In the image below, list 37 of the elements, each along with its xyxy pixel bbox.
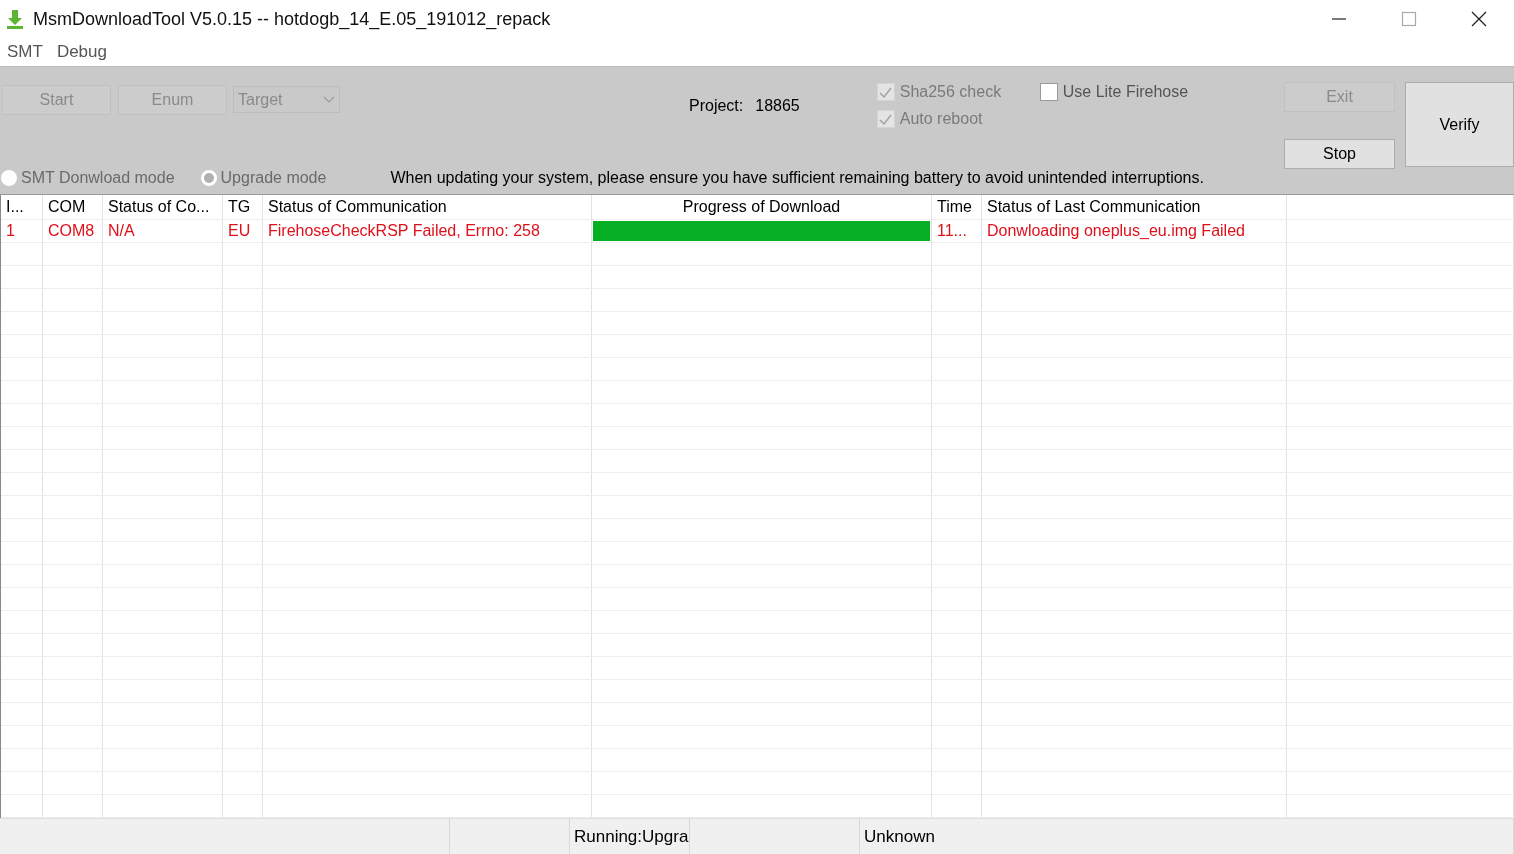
checkbox-label: Sha256 check bbox=[899, 83, 1002, 101]
checkbox-label: Use Lite Firehose bbox=[1062, 83, 1189, 101]
status-text: Unknown bbox=[864, 826, 935, 847]
column-header[interactable]: COM bbox=[43, 195, 103, 219]
table-cell: Donwloading oneplus_eu.img Failed bbox=[982, 220, 1287, 242]
radio-label: Upgrade mode bbox=[220, 169, 327, 187]
table-cell: 1 bbox=[1, 220, 43, 242]
column-header[interactable]: TG bbox=[223, 195, 263, 219]
panel-button[interactable]: Stop bbox=[1284, 139, 1395, 169]
verify-button[interactable]: Verify bbox=[1405, 82, 1514, 167]
checkbox[interactable] bbox=[1039, 83, 1058, 101]
table-cell: COM8 bbox=[43, 220, 103, 242]
download-icon bbox=[5, 9, 25, 29]
maximize-icon[interactable] bbox=[1401, 11, 1417, 27]
menu-item[interactable]: SMT bbox=[7, 42, 43, 62]
status-text: Running:Upgra bbox=[574, 826, 689, 847]
column-header[interactable]: Time bbox=[932, 195, 982, 219]
radio-label: SMT Donwload mode bbox=[21, 169, 175, 187]
table-cell: EU bbox=[223, 220, 263, 242]
close-icon[interactable] bbox=[1471, 11, 1487, 27]
column-header[interactable]: Status of Communication bbox=[263, 195, 592, 219]
column-header[interactable]: Progress of Download bbox=[592, 195, 932, 219]
column-header[interactable]: Status of Last Communication bbox=[982, 195, 1287, 219]
table-cell: N/A bbox=[103, 220, 223, 242]
caret-icon bbox=[323, 96, 335, 103]
column-header[interactable]: Status of Co... bbox=[103, 195, 223, 219]
checkmark-icon bbox=[878, 85, 894, 99]
project-label: Project: bbox=[689, 97, 744, 115]
checkmark-icon bbox=[878, 112, 894, 126]
column-header[interactable]: I... bbox=[1, 195, 43, 219]
checkbox-label: Auto reboot bbox=[899, 110, 983, 128]
notice-text: When updating your system, please ensure you have sufficient remaining battery to avoid unintended interruptions. bbox=[390, 169, 1204, 187]
window-title: MsmDownloadTool V5.0.15 -- hotdogb_14_E.05_191012_repack bbox=[33, 8, 551, 30]
project-value: 18865 bbox=[755, 97, 800, 115]
menu-item[interactable]: Debug bbox=[56, 42, 107, 62]
table-cell: 11... bbox=[932, 220, 982, 242]
table-cell: FirehoseCheckRSP Failed, Errno: 258 bbox=[263, 220, 592, 242]
